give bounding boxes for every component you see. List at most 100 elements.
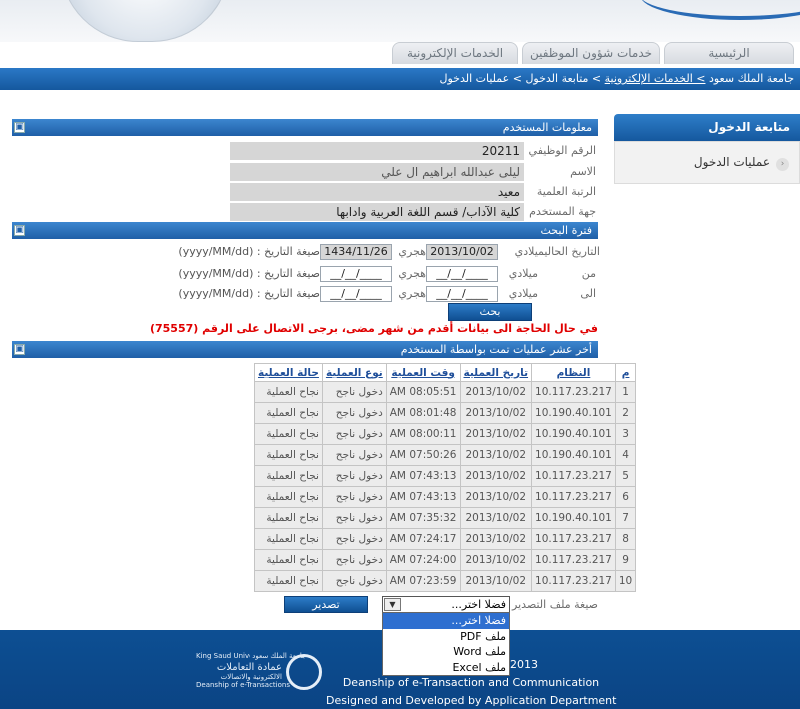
chevron-down-icon[interactable]: ▼ <box>384 598 401 611</box>
table-cell: AM 07:43:13 <box>385 465 461 487</box>
table-cell: AM 07:23:59 <box>385 570 461 592</box>
table-cell: AM 08:05:51 <box>385 381 461 403</box>
footer-line1: Deanship of e-Transaction and Communicat… <box>342 676 600 689</box>
hijri-label: هجري <box>398 287 426 300</box>
table-cell: 3 <box>614 423 637 445</box>
column-header[interactable]: حالة العملية <box>254 363 323 382</box>
table-cell: 9 <box>614 549 637 571</box>
ops-table: م النظام تاريخ العملية وقت العملية نوع العمل… <box>254 363 637 592</box>
table-cell: نجاح العملية <box>254 528 323 550</box>
logo-ar2: الالكترونية والاتصالات <box>220 673 282 681</box>
table-cell: 7 <box>614 507 637 529</box>
table-cell: 4 <box>614 444 637 466</box>
table-cell: دخول ناجح <box>321 570 387 592</box>
from-greg-input[interactable]: __/__/____ <box>426 266 498 282</box>
table-cell: 2 <box>614 402 637 424</box>
export-select[interactable]: فضلا اختر... ▼ <box>382 596 510 613</box>
ops-header: أخر عشر عمليات تمت بواسطة المستخدم <box>12 341 598 358</box>
table-cell: 2013/10/02 <box>459 444 533 466</box>
dropdown-option[interactable]: فضلا اختر... <box>383 613 509 629</box>
column-header[interactable]: نوع العملية <box>321 363 387 382</box>
hijri-label: هجري <box>398 245 426 258</box>
dropdown-option[interactable]: ملف Word <box>383 644 509 660</box>
table-cell: AM 07:35:32 <box>385 507 461 529</box>
table-cell: دخول ناجح <box>321 528 387 550</box>
table-cell: AM 07:50:26 <box>385 444 461 466</box>
sidebar-title: متابعة الدخول <box>614 114 800 141</box>
table-cell: دخول ناجح <box>321 465 387 487</box>
table-cell: دخول ناجح <box>321 507 387 529</box>
department-value: كلية الآداب/ قسم اللغة العربية وادابها <box>230 203 524 221</box>
column-header[interactable]: وقت العملية <box>385 363 461 382</box>
table-row: 1 10.117.23.217 2013/10/02 AM 08:05:51 دخول … <box>254 381 637 403</box>
table-cell: نجاح العملية <box>254 381 323 403</box>
current-greg-field: 2013/10/02 <box>426 244 498 260</box>
table-cell: دخول ناجح <box>321 549 387 571</box>
table-cell: 10 <box>614 570 637 592</box>
table-cell: 2013/10/02 <box>459 423 533 445</box>
table-cell: 5 <box>614 465 637 487</box>
tab-hr-services[interactable]: خدمات شؤون الموظفين <box>522 42 660 64</box>
table-cell: 2013/10/02 <box>459 507 533 529</box>
table-row: 10 10.117.23.217 2013/10/02 AM 07:23:59 دخول… <box>254 570 637 592</box>
breadcrumb-current: > متابعة الدخول > عمليات الدخول <box>439 72 602 85</box>
table-cell: نجاح العملية <box>254 507 323 529</box>
label-from: من <box>581 267 596 280</box>
tab-e-services[interactable]: الخدمات الإلكترونية <box>392 42 518 64</box>
table-row: 3 10.190.40.101 2013/10/02 AM 08:00:11 دخول … <box>254 423 637 445</box>
collapse-icon[interactable]: ▣ <box>14 225 25 236</box>
export-button[interactable]: تصدير <box>284 596 368 613</box>
table-row: 7 10.190.40.101 2013/10/02 AM 07:35:32 دخول … <box>254 507 637 529</box>
table-cell: AM 08:00:11 <box>385 423 461 445</box>
table-cell: نجاح العملية <box>254 549 323 571</box>
dropdown-option[interactable]: ملف Excel <box>383 660 509 676</box>
export-label: صيغة ملف التصدير <box>512 598 598 611</box>
column-header[interactable]: النظام <box>531 363 616 382</box>
label-to: الى <box>580 287 596 300</box>
notice-text: في حال الحاجة الى بيانات أقدم من شهر مضى… <box>149 322 598 335</box>
label-rank: الرتبة العلمية <box>536 185 596 198</box>
to-greg-input[interactable]: __/__/____ <box>426 286 498 302</box>
table-cell: دخول ناجح <box>321 423 387 445</box>
collapse-icon[interactable]: ▣ <box>14 344 25 355</box>
table-cell: 2013/10/02 <box>459 381 533 403</box>
chevron-icon: ‹ <box>776 158 789 171</box>
user-info-title: معلومات المستخدم <box>502 121 592 134</box>
column-header[interactable]: م <box>614 363 637 382</box>
user-info-header: معلومات المستخدم <box>12 119 598 136</box>
tab-home[interactable]: الرئيسية <box>664 42 794 64</box>
ops-title: أخر عشر عمليات تمت بواسطة المستخدم <box>400 343 592 356</box>
to-hijri-input[interactable]: __/__/____ <box>320 286 392 302</box>
table-cell: 2013/10/02 <box>459 549 533 571</box>
table-cell: 10.117.23.217 <box>531 570 616 592</box>
table-cell: نجاح العملية <box>254 444 323 466</box>
column-header[interactable]: تاريخ العملية <box>459 363 533 382</box>
table-cell: 10.190.40.101 <box>531 402 616 424</box>
table-cell: نجاح العملية <box>254 402 323 424</box>
dropdown-option[interactable]: ملف PDF <box>383 629 509 645</box>
from-hijri-input[interactable]: __/__/____ <box>320 266 392 282</box>
table-cell: 2013/10/02 <box>459 486 533 508</box>
breadcrumb-link-e-services[interactable]: > الخدمات الإلكترونية <box>605 72 706 85</box>
rank-value: معيد <box>230 183 524 201</box>
collapse-icon[interactable]: ▣ <box>14 122 25 133</box>
search-button[interactable]: بحث <box>448 303 532 321</box>
employee-id-value: 20211 <box>230 142 524 160</box>
table-cell: AM 08:01:48 <box>385 402 461 424</box>
format-hint: صيغة التاريخ : (yyyy/MM/dd) <box>178 245 320 258</box>
table-cell: 10.190.40.101 <box>531 507 616 529</box>
table-row: 5 10.117.23.217 2013/10/02 AM 07:43:13 دخول … <box>254 465 637 487</box>
table-cell: دخول ناجح <box>321 381 387 403</box>
footer-year: 2013 <box>510 658 538 671</box>
gregorian-label: ميلادي <box>508 287 538 300</box>
sidebar-item-login-ops[interactable]: ‹ عمليات الدخول <box>694 155 789 171</box>
label-name: الاسم <box>570 165 596 178</box>
table-cell: نجاح العملية <box>254 465 323 487</box>
table-row: 4 10.190.40.101 2013/10/02 AM 07:50:26 دخول … <box>254 444 637 466</box>
table-cell: نجاح العملية <box>254 423 323 445</box>
table-cell: 8 <box>614 528 637 550</box>
table-cell: AM 07:43:13 <box>385 486 461 508</box>
table-header-row: م النظام تاريخ العملية وقت العملية نوع العمل… <box>254 363 637 382</box>
label-department: جهة المستخدم <box>529 205 596 218</box>
table-cell: 10.190.40.101 <box>531 444 616 466</box>
